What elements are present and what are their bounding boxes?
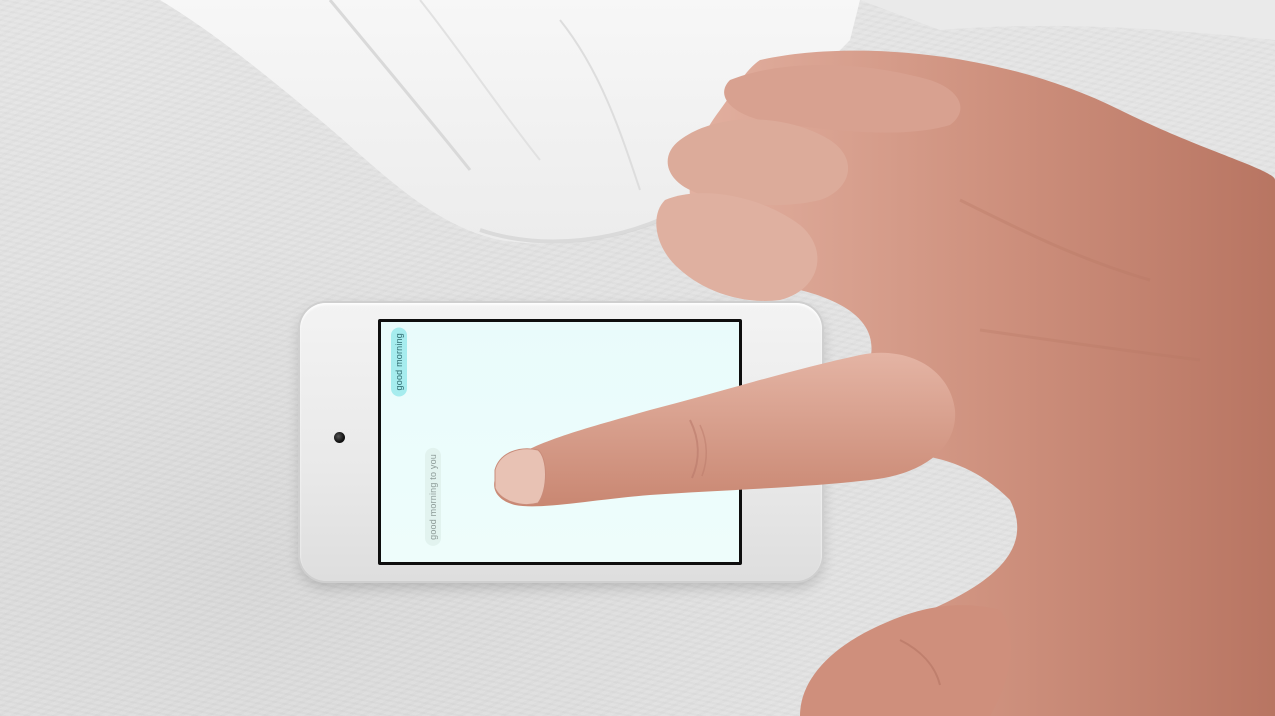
photo-scene: good morning good morning to you: [0, 0, 1275, 716]
hand-touching-screen: [494, 50, 1275, 716]
